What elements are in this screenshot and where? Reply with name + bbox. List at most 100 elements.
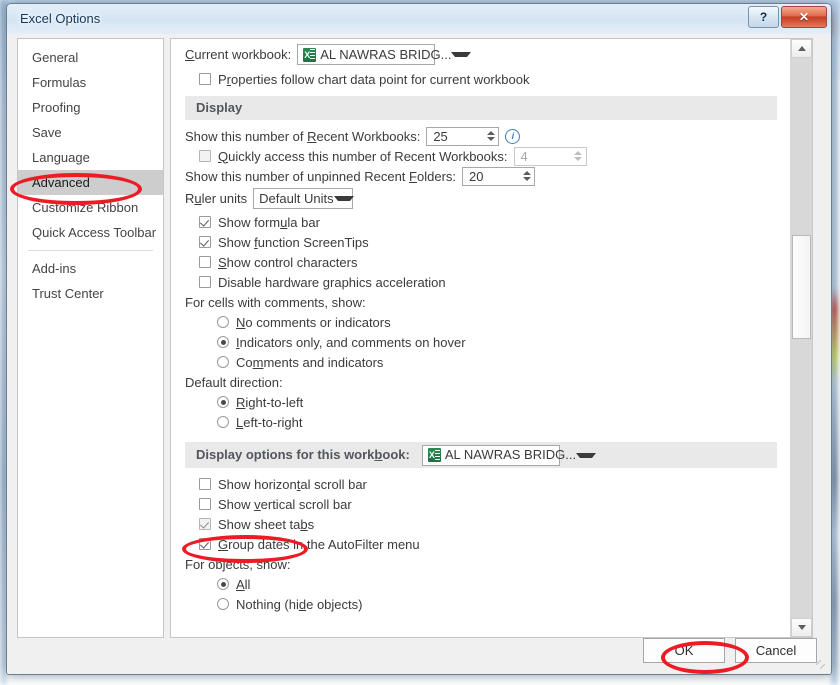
options-sidebar: General Formulas Proofing Save Language …: [17, 38, 164, 638]
show-sheet-tabs-checkbox[interactable]: [199, 518, 211, 530]
scroll-down-button[interactable]: [791, 618, 812, 637]
properties-follow-row[interactable]: Properties follow chart data point for c…: [185, 69, 777, 89]
window-title: Excel Options: [20, 11, 101, 26]
dialog-footer: OK Cancel: [633, 638, 817, 663]
unpinned-folders-label: Show this number of unpinned Recent Fold…: [185, 168, 457, 184]
disable-hardware-accel-checkbox[interactable]: [199, 276, 211, 288]
advanced-options-pane: Current workbook: X AL NAWRAS BRIDG... P…: [171, 44, 791, 614]
stepper-arrows[interactable]: [483, 128, 498, 145]
resize-grip[interactable]: [816, 660, 828, 672]
scrollbar-thumb[interactable]: [792, 235, 811, 339]
dialog-body: General Formulas Proofing Save Language …: [7, 34, 831, 674]
objects-all-radio[interactable]: [217, 578, 229, 590]
chevron-down-icon: [333, 196, 354, 201]
unpinned-folders-stepper[interactable]: 20: [462, 166, 536, 186]
no-comments-radio[interactable]: [217, 316, 229, 328]
properties-follow-checkbox[interactable]: [199, 73, 211, 85]
recent-workbooks-stepper[interactable]: 25: [426, 126, 500, 146]
indicators-only-radio[interactable]: [217, 336, 229, 348]
left-to-right-radio[interactable]: [217, 416, 229, 428]
recent-workbooks-row: Show this number of Recent Workbooks: 25…: [185, 126, 777, 146]
show-sheet-tabs-row[interactable]: Show sheet tabs: [185, 514, 777, 534]
sidebar-item-general[interactable]: General: [18, 45, 163, 70]
comments-group-label-row: For cells with comments, show:: [185, 292, 777, 312]
quick-access-recent-stepper: 4: [513, 146, 587, 166]
left-to-right-radio-row[interactable]: Left-to-right: [185, 412, 777, 432]
objects-group-label-row: For objects, show:: [185, 554, 777, 574]
show-sheet-tabs-label: Show sheet tabs: [218, 516, 315, 532]
current-workbook-dropdown[interactable]: X AL NAWRAS BRIDG...: [297, 44, 472, 65]
info-icon[interactable]: i: [505, 128, 521, 144]
sidebar-item-trust-center[interactable]: Trust Center: [18, 281, 163, 306]
comments-and-indicators-radio[interactable]: [217, 356, 229, 368]
quick-access-recent-value: 4: [520, 148, 528, 164]
show-control-characters-row[interactable]: Show control characters: [185, 252, 777, 272]
show-horizontal-scrollbar-row[interactable]: Show horizontal scroll bar: [185, 474, 777, 494]
sidebar-item-advanced[interactable]: Advanced: [18, 170, 163, 195]
direction-group-label-row: Default direction:: [185, 372, 777, 392]
indicators-only-label: Indicators only, and comments on hover: [236, 334, 466, 350]
workbook-display-value: AL NAWRAS BRIDG...: [444, 447, 577, 462]
no-comments-label: No comments or indicators: [236, 314, 391, 330]
objects-nothing-label: Nothing (hide objects): [236, 596, 363, 612]
sidebar-item-customize-ribbon[interactable]: Customize Ribbon: [18, 195, 163, 220]
indicators-only-radio-row[interactable]: Indicators only, and comments on hover: [185, 332, 777, 352]
chevron-down-icon: [451, 52, 472, 57]
ruler-units-label: Ruler units: [185, 191, 248, 206]
comments-and-indicators-radio-row[interactable]: Comments and indicators: [185, 352, 777, 372]
show-horizontal-scrollbar-checkbox[interactable]: [199, 478, 211, 490]
group-dates-row[interactable]: Group dates in the AutoFilter menu: [185, 534, 777, 554]
cancel-button[interactable]: Cancel: [735, 638, 817, 663]
objects-all-radio-row[interactable]: All: [185, 574, 777, 594]
unpinned-folders-value: 20: [469, 168, 484, 184]
quick-access-recent-checkbox[interactable]: [199, 150, 211, 162]
stepper-arrows[interactable]: [519, 168, 534, 185]
show-control-characters-checkbox[interactable]: [199, 256, 211, 268]
disable-hardware-accel-row[interactable]: Disable hardware graphics acceleration: [185, 272, 777, 292]
title-bar: Excel Options ? ✕: [7, 4, 831, 35]
sidebar-item-language[interactable]: Language: [18, 145, 163, 170]
ruler-units-row: Ruler units Default Units: [185, 188, 777, 209]
scroll-up-button[interactable]: [791, 39, 812, 58]
properties-follow-label: Properties follow chart data point for c…: [218, 71, 530, 87]
show-vertical-scrollbar-row[interactable]: Show vertical scroll bar: [185, 494, 777, 514]
workbook-display-dropdown[interactable]: X AL NAWRAS BRIDG...: [421, 444, 597, 466]
show-formula-bar-checkbox[interactable]: [199, 216, 211, 228]
sidebar-item-add-ins[interactable]: Add-ins: [18, 256, 163, 281]
help-icon[interactable]: ?: [748, 6, 779, 28]
quick-access-recent-label: Quickly access this number of Recent Wor…: [218, 148, 508, 164]
objects-group-label: For objects, show:: [185, 556, 291, 572]
content-vertical-scrollbar[interactable]: [790, 39, 812, 637]
stepper-arrows: [571, 148, 586, 165]
no-comments-radio-row[interactable]: No comments or indicators: [185, 312, 777, 332]
show-formula-bar-row[interactable]: Show formula bar: [185, 212, 777, 232]
objects-nothing-radio[interactable]: [217, 598, 229, 610]
show-screentips-checkbox[interactable]: [199, 236, 211, 248]
content-scroll-area: Current workbook: X AL NAWRAS BRIDG... P…: [171, 39, 791, 637]
right-to-left-radio[interactable]: [217, 396, 229, 408]
ok-button[interactable]: OK: [643, 638, 725, 663]
unpinned-folders-row: Show this number of unpinned Recent Fold…: [185, 166, 777, 186]
show-vertical-scrollbar-checkbox[interactable]: [199, 498, 211, 510]
sidebar-item-formulas[interactable]: Formulas: [18, 70, 163, 95]
right-to-left-radio-row[interactable]: Right-to-left: [185, 392, 777, 412]
display-section-header: Display: [185, 96, 777, 120]
group-dates-label: Group dates in the AutoFilter menu: [218, 536, 420, 552]
chevron-down-icon: [576, 452, 597, 458]
right-to-left-label: Right-to-left: [236, 394, 304, 410]
sidebar-item-proofing[interactable]: Proofing: [18, 95, 163, 120]
window-buttons: ? ✕: [746, 6, 827, 28]
group-dates-checkbox[interactable]: [199, 538, 211, 550]
ruler-units-dropdown[interactable]: Default Units: [253, 188, 354, 209]
sidebar-item-quick-access-toolbar[interactable]: Quick Access Toolbar: [18, 220, 163, 245]
objects-nothing-radio-row[interactable]: Nothing (hide objects): [185, 594, 777, 614]
current-workbook-row: Current workbook: X AL NAWRAS BRIDG...: [185, 44, 777, 65]
show-vertical-scrollbar-label: Show vertical scroll bar: [218, 496, 352, 512]
options-content-panel: Current workbook: X AL NAWRAS BRIDG... P…: [170, 38, 813, 638]
sidebar-item-save[interactable]: Save: [18, 120, 163, 145]
quick-access-recent-row: Quickly access this number of Recent Wor…: [185, 146, 777, 166]
recent-workbooks-label: Show this number of Recent Workbooks:: [185, 128, 421, 144]
show-screentips-row[interactable]: Show function ScreenTips: [185, 232, 777, 252]
bg-edge-stripe: [831, 0, 838, 685]
close-icon[interactable]: ✕: [781, 6, 827, 28]
